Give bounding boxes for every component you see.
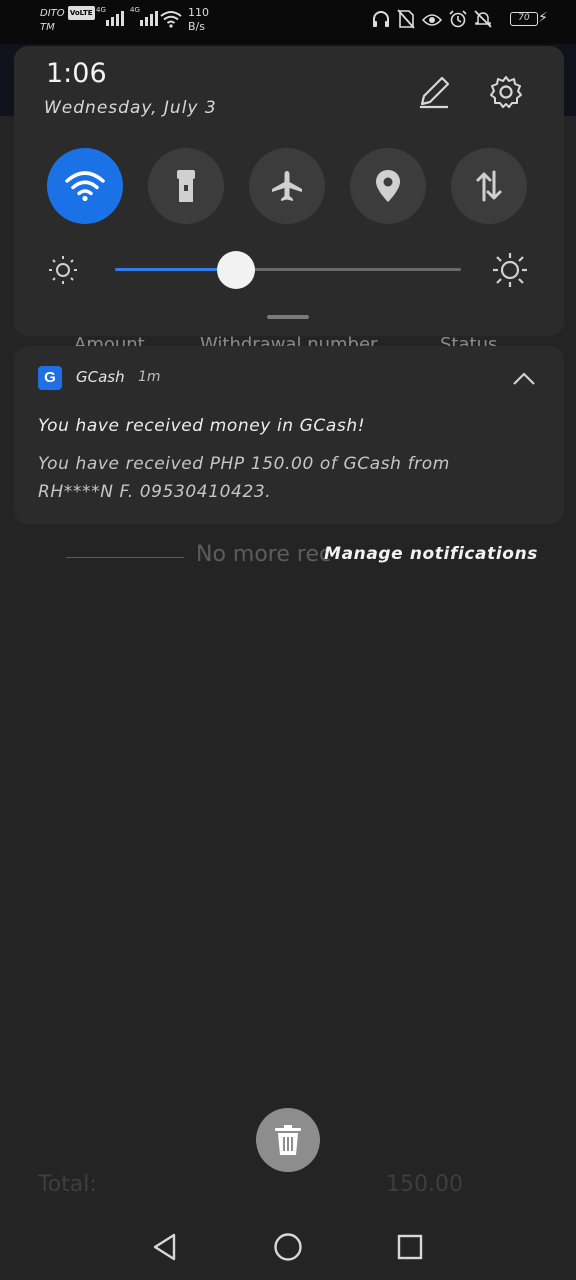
charging-icon: ⚡ (538, 10, 548, 26)
wifi-icon (65, 171, 105, 202)
no-more-records-text: No more rec (196, 542, 332, 567)
brightness-high-icon (493, 253, 527, 287)
back-button[interactable] (148, 1230, 182, 1264)
divider (66, 557, 184, 558)
status-icons (372, 9, 492, 33)
total-label: Total: (38, 1172, 97, 1197)
navigation-bar (0, 1212, 576, 1280)
eye-icon (421, 12, 443, 31)
clock-time: 1:06 (46, 58, 107, 89)
no-sim-icon (397, 9, 415, 33)
total-value: 150.00 (386, 1172, 463, 1197)
wifi-status-icon (160, 10, 182, 32)
speed-unit: B/s (188, 20, 205, 33)
carrier-name: DITO (40, 8, 65, 19)
settings-button[interactable] (486, 72, 526, 112)
pencil-icon (420, 76, 450, 109)
brightness-low-icon (49, 256, 77, 284)
flashlight-icon (177, 170, 195, 202)
chevron-up-icon (513, 372, 535, 385)
alarm-icon (449, 10, 467, 32)
notification-body: You have received PHP 150.00 of GCash fr… (38, 454, 450, 502)
manage-notifications-link[interactable]: Manage notifications (324, 544, 538, 564)
headphones-icon (372, 10, 390, 32)
clock-date: Wednesday, July 3 (44, 98, 217, 118)
quick-settings-panel: 1:06 Wednesday, July 3 (14, 46, 564, 336)
panel-drag-handle[interactable] (267, 315, 309, 319)
back-icon (153, 1233, 176, 1261)
airplane-toggle[interactable] (249, 148, 325, 224)
trash-icon (275, 1125, 301, 1155)
flashlight-toggle[interactable] (148, 148, 224, 224)
brightness-slider[interactable] (115, 251, 461, 289)
brightness-row (14, 246, 564, 296)
carrier-label: DITO VoLTE TM (40, 6, 95, 35)
battery-icon: 70 (510, 12, 538, 26)
gcash-notification[interactable]: G GCash 1m You have received money in GC… (14, 346, 564, 524)
recents-icon (397, 1234, 423, 1260)
wifi-toggle[interactable] (47, 148, 123, 224)
notification-app-name: GCash (76, 368, 125, 386)
notification-title: You have received money in GCash! (38, 416, 366, 436)
brightness-slider-thumb[interactable] (217, 251, 256, 289)
gcash-app-icon: G (38, 366, 62, 390)
airplane-icon (272, 171, 302, 201)
network-speed: 110 B/s (188, 6, 209, 34)
battery-level: 70 (518, 13, 530, 23)
location-icon (376, 170, 400, 202)
clear-all-button[interactable] (256, 1108, 320, 1172)
gear-icon (490, 76, 522, 108)
mute-icon (474, 10, 492, 32)
notification-time: 1m (138, 369, 161, 385)
location-toggle[interactable] (350, 148, 426, 224)
mobile-data-toggle[interactable] (451, 148, 527, 224)
home-icon (274, 1233, 302, 1261)
mobile-data-icon (476, 170, 502, 202)
status-bar: DITO VoLTE TM 4G 4G 110 B/s 70 ⚡ (0, 0, 576, 44)
speed-value: 110 (188, 6, 209, 19)
home-button[interactable] (271, 1230, 305, 1264)
recents-button[interactable] (393, 1230, 427, 1264)
collapse-button[interactable] (510, 368, 538, 390)
carrier-name-2: TM (40, 22, 55, 33)
edit-button[interactable] (414, 72, 454, 112)
volte-badge: VoLTE (67, 6, 95, 20)
